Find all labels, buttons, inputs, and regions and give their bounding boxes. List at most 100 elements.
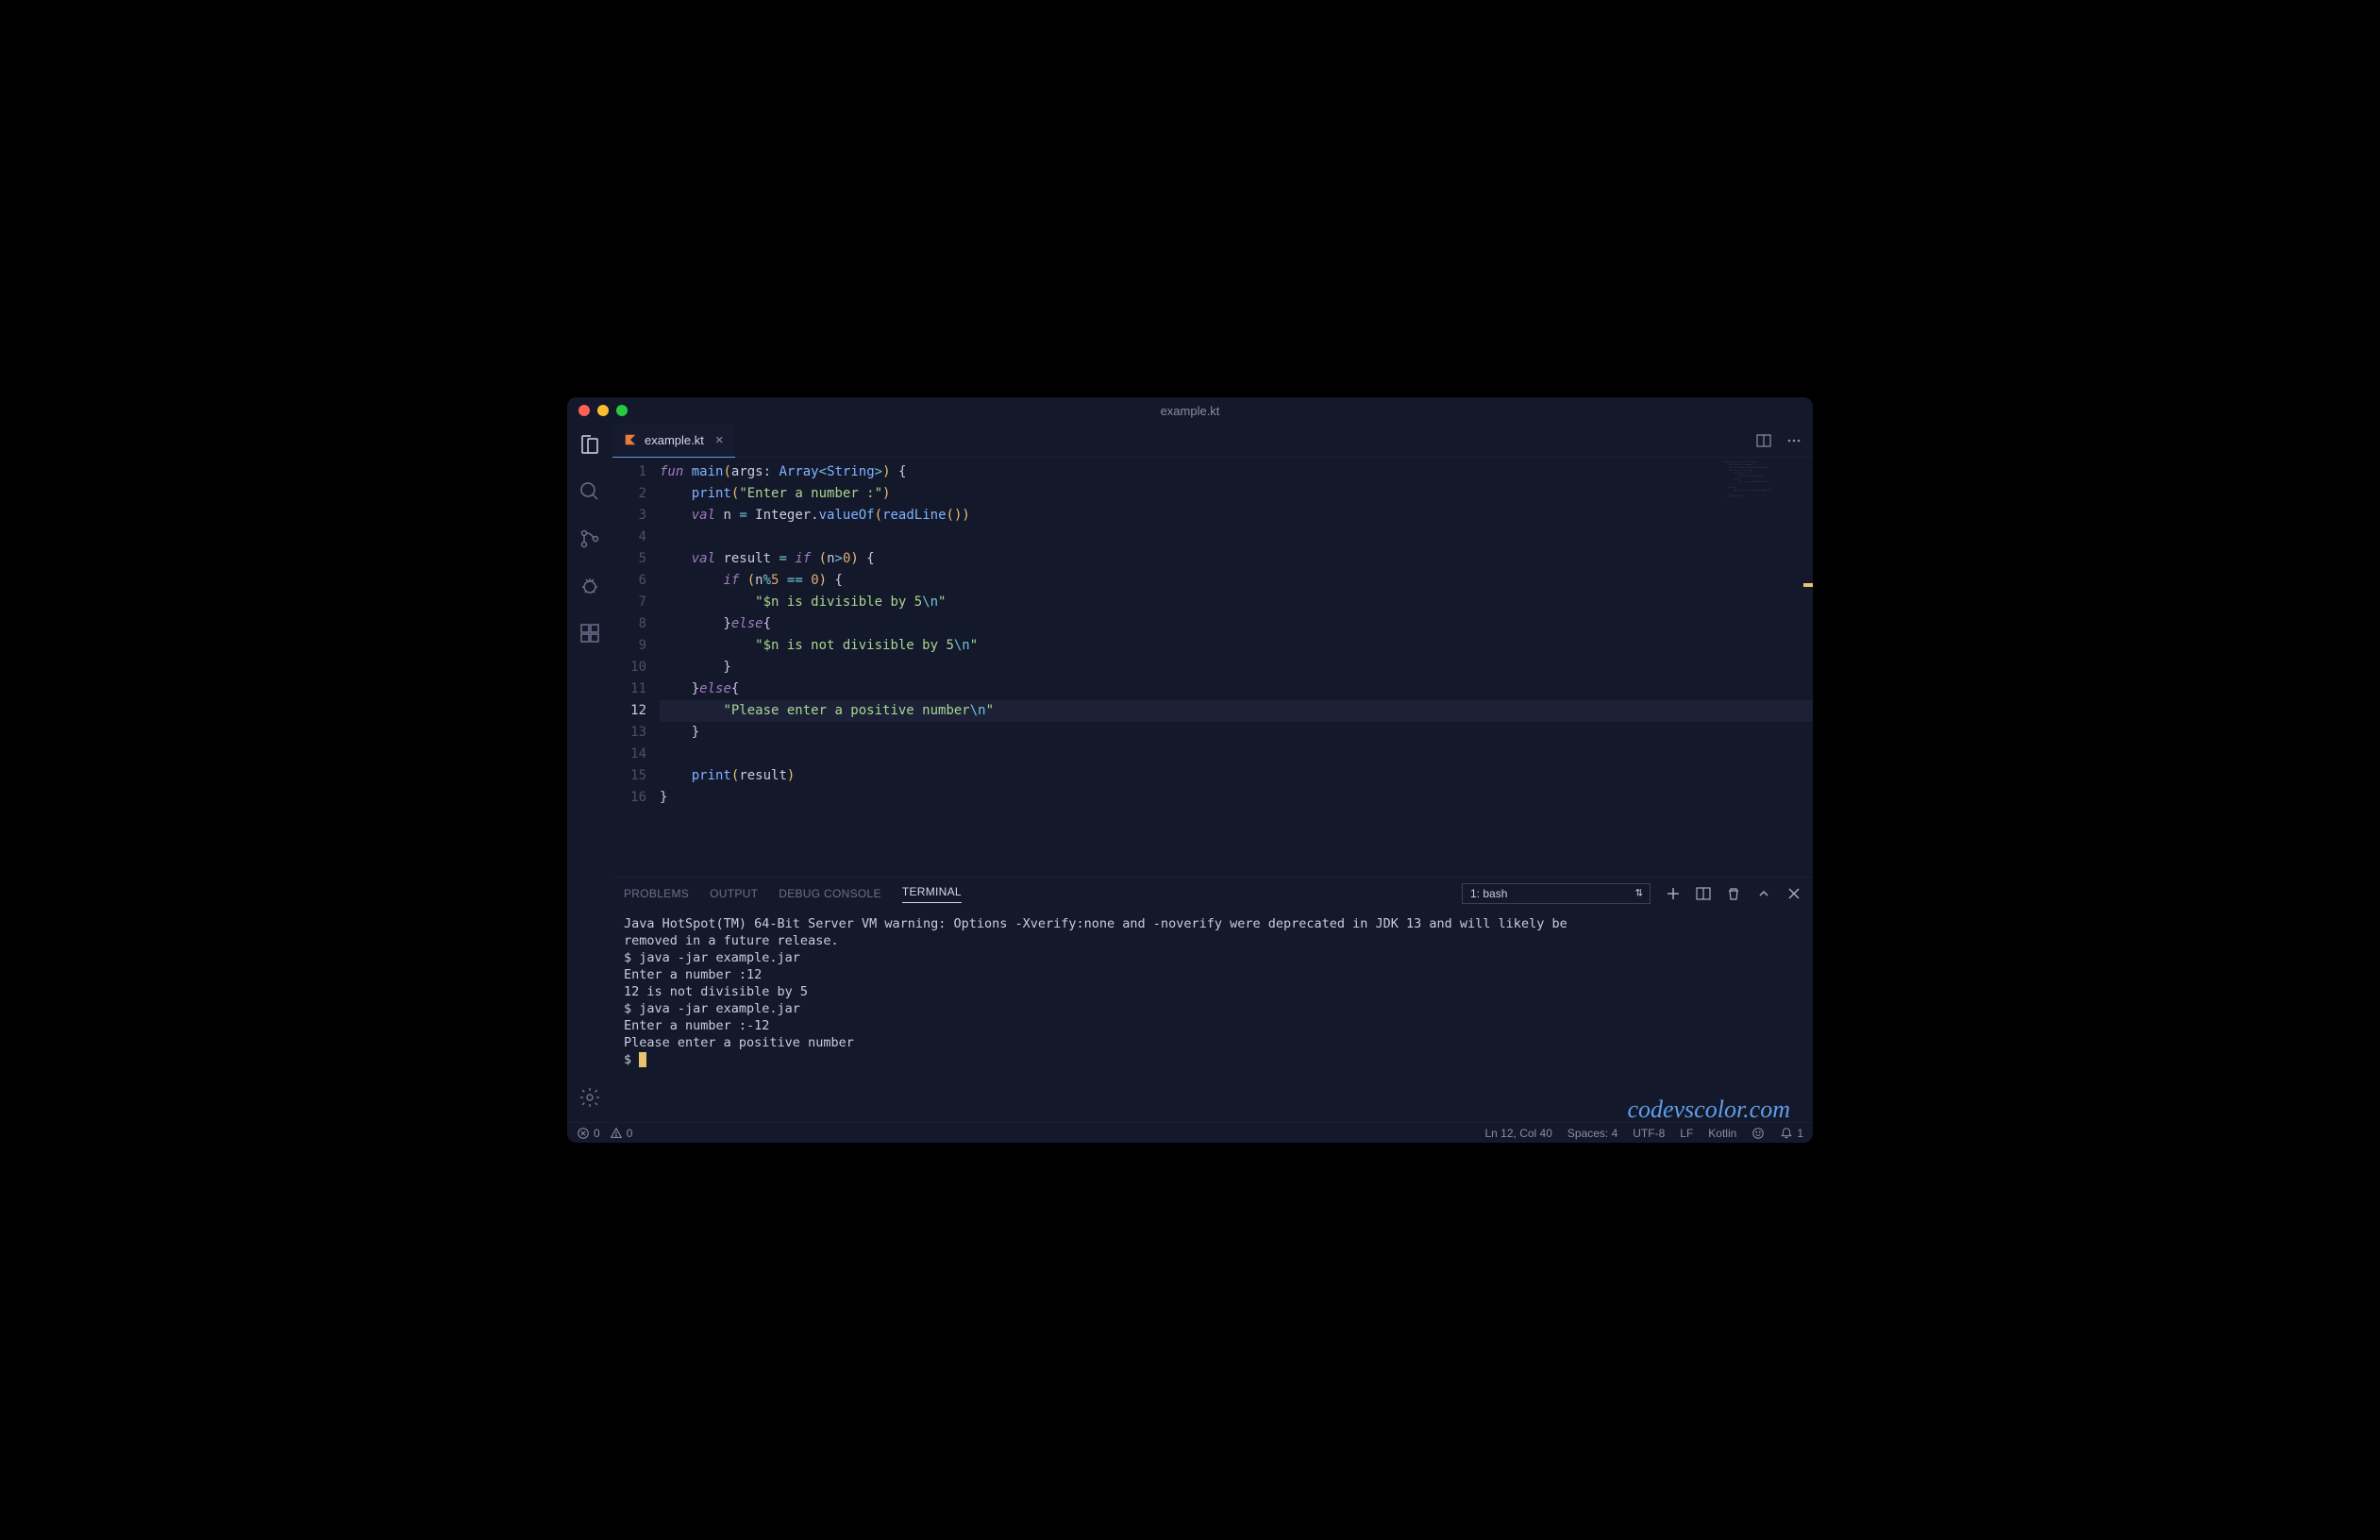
tabs-bar: example.kt ×: [612, 424, 1813, 458]
search-icon[interactable]: [578, 480, 601, 503]
overview-marker: [1803, 583, 1813, 587]
terminal-shell-select[interactable]: 1: bash: [1462, 883, 1651, 904]
split-terminal-icon[interactable]: [1696, 886, 1711, 901]
line-number: 14: [612, 744, 646, 765]
code-line[interactable]: fun main(args: Array<String>) {: [660, 461, 1813, 483]
source-control-icon[interactable]: [578, 527, 601, 550]
maximize-panel-icon[interactable]: [1756, 886, 1771, 901]
explorer-icon[interactable]: [578, 433, 601, 456]
debug-icon[interactable]: [578, 575, 601, 597]
terminal-line: Enter a number :12: [624, 966, 1802, 983]
status-feedback-icon[interactable]: [1751, 1127, 1765, 1140]
panel-tab-output[interactable]: OUTPUT: [710, 887, 758, 900]
vscode-window: example.kt: [567, 397, 1813, 1143]
terminal-line: Enter a number :-12: [624, 1017, 1802, 1034]
panel-tabs: PROBLEMS OUTPUT DEBUG CONSOLE TERMINAL 1: b…: [612, 878, 1813, 910]
code-line[interactable]: val result = if (n>0) {: [660, 548, 1813, 570]
titlebar: example.kt: [567, 397, 1813, 424]
line-number: 1: [612, 461, 646, 483]
window-title: example.kt: [1161, 404, 1220, 418]
terminal-line: Java HotSpot(TM) 64-Bit Server VM warnin…: [624, 915, 1802, 932]
code-line[interactable]: }: [660, 722, 1813, 744]
bottom-panel: PROBLEMS OUTPUT DEBUG CONSOLE TERMINAL 1: b…: [612, 877, 1813, 1122]
more-actions-icon[interactable]: [1786, 433, 1802, 448]
terminal-line: removed in a future release.: [624, 932, 1802, 949]
panel-tab-problems[interactable]: PROBLEMS: [624, 887, 689, 900]
code-line[interactable]: }: [660, 657, 1813, 678]
line-number: 8: [612, 613, 646, 635]
panel-tab-terminal[interactable]: TERMINAL: [902, 885, 962, 903]
status-errors[interactable]: 0: [577, 1127, 600, 1140]
status-notifications[interactable]: 1: [1780, 1127, 1803, 1140]
code-line[interactable]: [660, 744, 1813, 765]
status-notifications-count: 1: [1797, 1127, 1803, 1140]
status-indentation[interactable]: Spaces: 4: [1567, 1127, 1617, 1140]
maximize-window-button[interactable]: [616, 405, 628, 416]
line-number: 9: [612, 635, 646, 657]
watermark-text: codevscolor.com: [1627, 1101, 1790, 1118]
code-line[interactable]: }else{: [660, 678, 1813, 700]
extensions-icon[interactable]: [578, 622, 601, 644]
code-line[interactable]: if (n%5 == 0) {: [660, 570, 1813, 592]
line-number: 6: [612, 570, 646, 592]
statusbar: 0 0 Ln 12, Col 40 Spaces: 4 UTF-8 LF Kot…: [567, 1122, 1813, 1143]
terminal-line: $ java -jar example.jar: [624, 949, 1802, 966]
terminal-cursor: [639, 1052, 646, 1067]
line-number: 4: [612, 527, 646, 548]
code-line[interactable]: [660, 527, 1813, 548]
line-number: 12: [612, 700, 646, 722]
line-number: 13: [612, 722, 646, 744]
kill-terminal-icon[interactable]: [1726, 886, 1741, 901]
activity-bar: [567, 424, 612, 1122]
new-terminal-icon[interactable]: [1666, 886, 1681, 901]
line-number: 16: [612, 787, 646, 809]
minimap[interactable]: fun main(args: Array<String>) { print("E…: [1718, 458, 1813, 877]
code-line[interactable]: "$n is divisible by 5\n": [660, 592, 1813, 613]
editor[interactable]: 12345678910111213141516 fun main(args: A…: [612, 458, 1813, 877]
traffic-lights: [578, 405, 628, 416]
code-line[interactable]: print("Enter a number :"): [660, 483, 1813, 505]
code-line[interactable]: val n = Integer.valueOf(readLine()): [660, 505, 1813, 527]
panel-tab-debug-console[interactable]: DEBUG CONSOLE: [779, 887, 881, 900]
code-line[interactable]: }else{: [660, 613, 1813, 635]
status-warnings[interactable]: 0: [610, 1127, 633, 1140]
split-editor-icon[interactable]: [1756, 433, 1771, 448]
status-eol[interactable]: LF: [1680, 1127, 1693, 1140]
tab-example-kt[interactable]: example.kt ×: [612, 424, 735, 458]
code-line[interactable]: print(result): [660, 765, 1813, 787]
body-area: example.kt × 12345678910111213141516 fun…: [567, 424, 1813, 1122]
tab-label: example.kt: [645, 433, 704, 447]
status-errors-count: 0: [594, 1127, 600, 1140]
status-warnings-count: 0: [627, 1127, 633, 1140]
terminal-line: Please enter a positive number: [624, 1034, 1802, 1051]
close-tab-icon[interactable]: ×: [715, 432, 724, 448]
line-number: 5: [612, 548, 646, 570]
status-encoding[interactable]: UTF-8: [1633, 1127, 1665, 1140]
terminal-line: $: [624, 1051, 1802, 1068]
line-number: 3: [612, 505, 646, 527]
status-cursor-position[interactable]: Ln 12, Col 40: [1485, 1127, 1552, 1140]
line-number: 2: [612, 483, 646, 505]
overview-ruler[interactable]: [1809, 458, 1813, 877]
editor-actions: [1756, 433, 1813, 448]
panel-actions: 1: bash ⇅: [1462, 883, 1802, 904]
settings-gear-icon[interactable]: [578, 1086, 601, 1109]
main-area: example.kt × 12345678910111213141516 fun…: [612, 424, 1813, 1122]
line-number: 7: [612, 592, 646, 613]
terminal-line: 12 is not divisible by 5: [624, 983, 1802, 1000]
code-content[interactable]: fun main(args: Array<String>) { print("E…: [660, 458, 1813, 877]
line-numbers: 12345678910111213141516: [612, 458, 660, 877]
kotlin-file-icon: [624, 433, 637, 446]
code-line[interactable]: "Please enter a positive number\n": [660, 700, 1813, 722]
terminal-content[interactable]: Java HotSpot(TM) 64-Bit Server VM warnin…: [612, 910, 1813, 1122]
line-number: 10: [612, 657, 646, 678]
terminal-line: $ java -jar example.jar: [624, 1000, 1802, 1017]
minimize-window-button[interactable]: [597, 405, 609, 416]
status-language[interactable]: Kotlin: [1708, 1127, 1736, 1140]
close-window-button[interactable]: [578, 405, 590, 416]
code-line[interactable]: }: [660, 787, 1813, 809]
code-line[interactable]: "$n is not divisible by 5\n": [660, 635, 1813, 657]
close-panel-icon[interactable]: [1786, 886, 1802, 901]
line-number: 15: [612, 765, 646, 787]
line-number: 11: [612, 678, 646, 700]
